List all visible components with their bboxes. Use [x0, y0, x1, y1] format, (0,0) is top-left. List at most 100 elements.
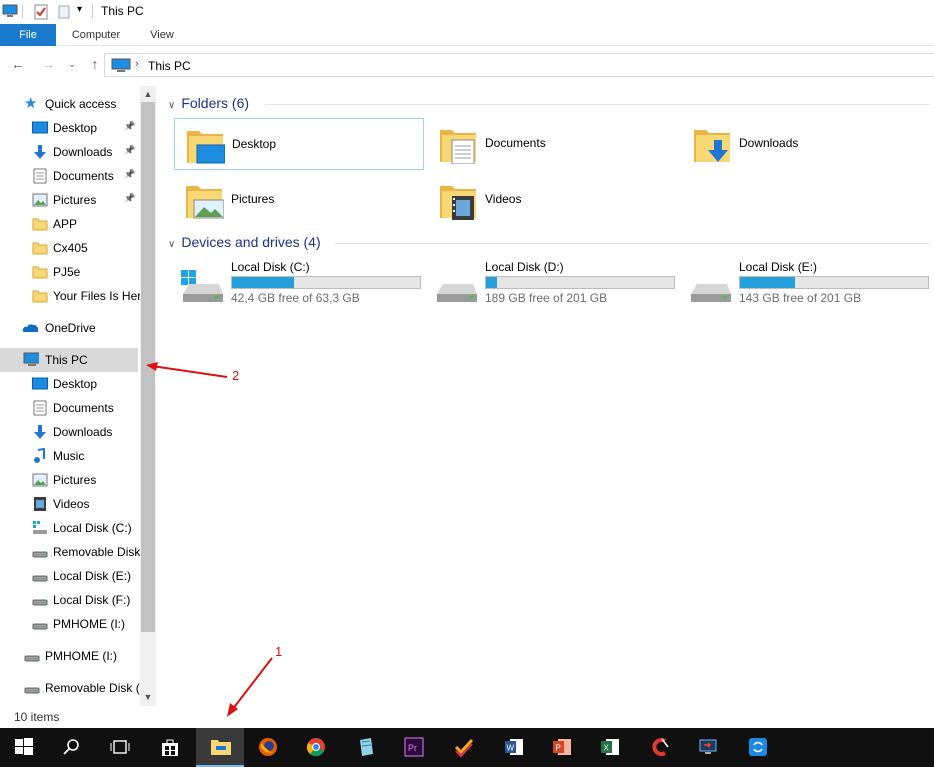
- drives-group-header[interactable]: ∨ Devices and drives (4): [168, 234, 321, 250]
- nav-item-pc-4[interactable]: Pictures: [0, 468, 140, 492]
- folder-tile-desktop[interactable]: Desktop: [174, 118, 424, 170]
- window-title: This PC: [101, 4, 144, 18]
- nav-item-quick-3[interactable]: Pictures 📌: [0, 188, 140, 212]
- properties-icon[interactable]: [34, 4, 48, 20]
- this-pc-icon: [2, 4, 18, 17]
- documents-icon: [32, 400, 48, 416]
- pin-icon[interactable]: 📌: [124, 145, 135, 156]
- system-drive-icon: [179, 268, 225, 307]
- nav-item-pc-1[interactable]: Documents: [0, 396, 140, 420]
- nav-item-quick-0[interactable]: Desktop 📌: [0, 116, 140, 140]
- nav-item-quick-5[interactable]: Cx405: [0, 236, 140, 260]
- this-pc-icon: [111, 58, 131, 72]
- collapse-chevron-icon[interactable]: ∨: [168, 239, 175, 250]
- drive-tile-1[interactable]: Local Disk (D:) 189 GB free of 201 GB: [429, 260, 679, 310]
- nav-item-quick-2[interactable]: Documents 📌: [0, 164, 140, 188]
- up-button[interactable]: ↑: [86, 55, 104, 73]
- nav-item-pc-3[interactable]: Music: [0, 444, 140, 468]
- nav-item-root-0[interactable]: PMHOME (I:): [0, 644, 140, 668]
- taskbar-button-firefox[interactable]: [244, 728, 292, 767]
- pin-icon[interactable]: 📌: [124, 121, 135, 132]
- drive-tile-2[interactable]: Local Disk (E:) 143 GB free of 201 GB: [683, 260, 933, 310]
- customize-quick-access-icon[interactable]: ▾: [77, 4, 82, 15]
- nav-item-pc-8[interactable]: Local Disk (E:): [0, 564, 140, 588]
- taskbar-button-task-view[interactable]: [96, 728, 144, 767]
- taskbar-button-file-explorer[interactable]: [196, 728, 244, 767]
- taskbar-button-checklist[interactable]: [440, 728, 488, 767]
- desktop-icon: [32, 120, 48, 136]
- nav-item-pc-5[interactable]: Videos: [0, 492, 140, 516]
- nav-onedrive[interactable]: OneDrive: [0, 316, 140, 340]
- folder-icon: [32, 264, 48, 280]
- taskbar-button-premiere[interactable]: Pr: [390, 728, 438, 767]
- nav-item-root-1[interactable]: Removable Disk (I: [0, 676, 140, 700]
- recent-locations-icon[interactable]: ⌄: [63, 55, 81, 73]
- this-pc-icon: [23, 352, 39, 366]
- drive-icon: [24, 648, 40, 664]
- forward-button[interactable]: →: [39, 55, 57, 73]
- folders-group-header[interactable]: ∨ Folders (6): [168, 95, 249, 111]
- nav-label: Pictures: [53, 473, 97, 487]
- tab-view[interactable]: View: [140, 24, 184, 46]
- nav-label: Desktop: [53, 377, 98, 391]
- folder-tile-downloads[interactable]: Downloads: [682, 118, 932, 170]
- nav-label: Quick access: [45, 97, 117, 111]
- tab-computer[interactable]: Computer: [64, 24, 128, 46]
- nav-item-pc-6[interactable]: Local Disk (C:): [0, 516, 140, 540]
- taskbar-button-store[interactable]: [146, 728, 194, 767]
- nav-this-pc[interactable]: This PC: [0, 348, 138, 372]
- nav-item-pc-0[interactable]: Desktop: [0, 372, 140, 396]
- breadcrumb-this-pc[interactable]: This PC: [148, 59, 191, 73]
- new-folder-icon[interactable]: [58, 5, 70, 19]
- tab-file[interactable]: File: [0, 24, 56, 46]
- taskbar-button-powerpoint[interactable]: P: [538, 728, 586, 767]
- nav-item-quick-1[interactable]: Downloads 📌: [0, 140, 140, 164]
- drive-name: Local Disk (E:): [739, 260, 818, 274]
- drive-icon: [24, 680, 40, 696]
- nav-item-pc-7[interactable]: Removable Disk: [0, 540, 140, 564]
- title-bar: ▾ This PC: [0, 0, 934, 24]
- breadcrumb-chevron-icon[interactable]: ›: [135, 58, 139, 70]
- pin-icon[interactable]: 📌: [124, 169, 135, 180]
- taskbar-button-remote-desktop[interactable]: [684, 728, 732, 767]
- nav-item-pc-9[interactable]: Local Disk (F:): [0, 588, 140, 612]
- taskbar-button-search[interactable]: [48, 728, 96, 767]
- taskbar-button-word[interactable]: W: [490, 728, 538, 767]
- store-icon: [160, 737, 180, 757]
- file-explorer-icon: [210, 737, 231, 757]
- folder-tile-pictures[interactable]: Pictures: [174, 174, 424, 226]
- videos-folder-icon: [438, 180, 478, 220]
- collapse-chevron-icon[interactable]: ∨: [168, 100, 175, 111]
- taskbar-button-start[interactable]: [0, 728, 48, 767]
- taskbar-button-ccleaner[interactable]: [636, 728, 684, 767]
- task-view-icon: [110, 737, 130, 757]
- folder-name: Desktop: [232, 137, 277, 151]
- nav-item-pc-2[interactable]: Downloads: [0, 420, 140, 444]
- taskbar-button-chrome[interactable]: [292, 728, 340, 767]
- taskbar-button-excel[interactable]: X: [586, 728, 634, 767]
- address-bar[interactable]: › This PC: [104, 53, 934, 77]
- scroll-up-icon[interactable]: ▲: [140, 87, 156, 101]
- group-divider: [265, 104, 930, 105]
- drive-free-space: 143 GB free of 201 GB: [739, 291, 862, 305]
- back-button[interactable]: ←: [9, 55, 27, 73]
- folder-tile-videos[interactable]: Videos: [428, 174, 678, 226]
- navigation-pane: ★ Quick access OneDrive This PC Desktop 📌…: [0, 86, 156, 706]
- status-item-count: 10 items: [14, 710, 60, 724]
- nav-label: Documents: [53, 169, 114, 183]
- folder-name: Pictures: [231, 192, 275, 206]
- nav-item-quick-6[interactable]: PJ5e: [0, 260, 140, 284]
- nav-quick-access[interactable]: ★ Quick access: [0, 92, 140, 116]
- folder-tile-documents[interactable]: Documents: [428, 118, 678, 170]
- pin-icon[interactable]: 📌: [124, 193, 135, 204]
- nav-item-quick-7[interactable]: Your Files Is Here: [0, 284, 140, 308]
- folder-name: Documents: [485, 136, 546, 150]
- drive-name: Local Disk (C:): [231, 260, 310, 274]
- nav-item-quick-4[interactable]: APP: [0, 212, 140, 236]
- scroll-down-icon[interactable]: ▼: [140, 690, 156, 704]
- taskbar-button-notepad[interactable]: [342, 728, 390, 767]
- nav-item-pc-10[interactable]: PMHOME (I:): [0, 612, 140, 636]
- drive-tile-0[interactable]: Local Disk (C:) 42,4 GB free of 63,3 GB: [175, 260, 425, 310]
- taskbar-button-sync[interactable]: [734, 728, 782, 767]
- downloads-icon: [32, 144, 48, 160]
